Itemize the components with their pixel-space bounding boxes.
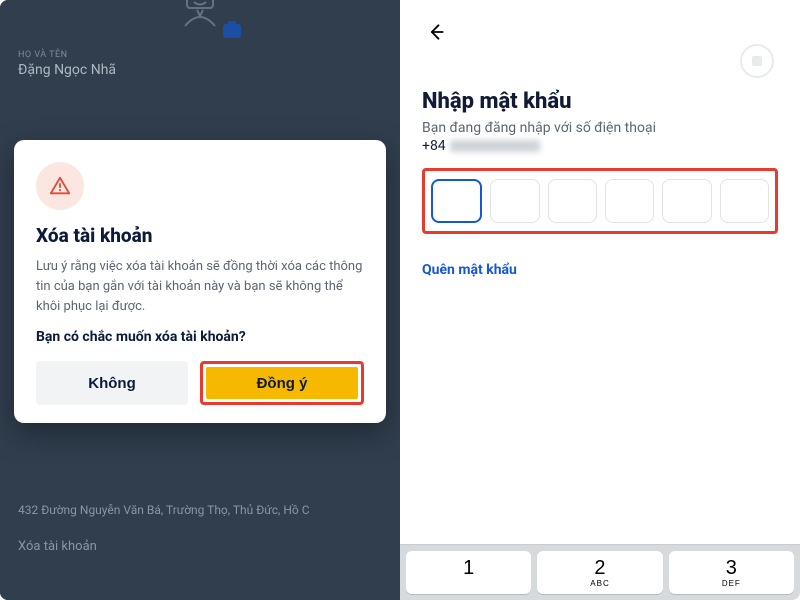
avatar-area xyxy=(18,0,382,36)
modal-title: Xóa tài khoản xyxy=(36,224,364,247)
delete-account-link[interactable]: Xóa tài khoản xyxy=(18,539,382,554)
arrow-left-icon xyxy=(426,22,446,42)
pin-input-highlight xyxy=(422,168,778,234)
camera-icon xyxy=(223,24,241,38)
name-value: Đặng Ngọc Nhã xyxy=(18,62,382,78)
warning-icon xyxy=(36,162,84,210)
phone-prefix: +84 xyxy=(422,138,446,154)
name-label: HỌ VÀ TÊN xyxy=(18,50,382,60)
phone-line: +84 xyxy=(422,138,778,154)
delete-account-modal: Xóa tài khoản Lưu ý rằng việc xóa tài kh… xyxy=(14,140,386,423)
phone-blurred xyxy=(450,140,540,152)
numeric-keyboard: 1 2 ABC 3 DEF xyxy=(400,544,800,600)
modal-buttons: Không Đồng ý xyxy=(36,361,364,405)
pin-digit-5[interactable] xyxy=(662,179,711,223)
confirm-button[interactable]: Đồng ý xyxy=(206,367,358,399)
password-subtitle: Bạn đang đăng nhập với số điện thoại xyxy=(422,120,778,136)
modal-confirm-text: Bạn có chắc muốn xóa tài khoản? xyxy=(36,329,364,345)
key-1-num: 1 xyxy=(463,558,474,578)
address-value: 432 Đường Nguyễn Văn Bá, Trường Thọ, Thủ… xyxy=(18,503,382,517)
pin-digit-6[interactable] xyxy=(720,179,769,223)
key-3-sub: DEF xyxy=(722,579,741,588)
pin-digit-3[interactable] xyxy=(548,179,597,223)
cancel-button[interactable]: Không xyxy=(36,361,188,405)
pin-digit-2[interactable] xyxy=(490,179,539,223)
pin-digit-1[interactable] xyxy=(431,179,482,223)
password-title: Nhập mật khẩu xyxy=(422,89,778,114)
back-button[interactable] xyxy=(422,18,450,49)
key-1[interactable]: 1 xyxy=(406,551,531,594)
confirm-button-highlight: Đồng ý xyxy=(200,361,364,405)
left-screen: HỌ VÀ TÊN Đặng Ngọc Nhã 432 Đường Nguyễn… xyxy=(0,0,400,600)
record-indicator-icon xyxy=(740,44,774,78)
key-2-sub: ABC xyxy=(590,579,609,588)
key-2-num: 2 xyxy=(594,558,605,578)
right-screen: Nhập mật khẩu Bạn đang đăng nhập với số … xyxy=(400,0,800,600)
pin-input-row xyxy=(431,179,769,223)
forgot-password-link[interactable]: Quên mật khẩu xyxy=(422,262,778,278)
key-3[interactable]: 3 DEF xyxy=(669,551,794,594)
avatar-placeholder xyxy=(165,0,235,36)
pin-digit-4[interactable] xyxy=(605,179,654,223)
key-2[interactable]: 2 ABC xyxy=(537,551,662,594)
modal-body: Lưu ý rằng việc xóa tài khoản sẽ đồng th… xyxy=(36,257,364,317)
key-3-num: 3 xyxy=(726,558,737,578)
